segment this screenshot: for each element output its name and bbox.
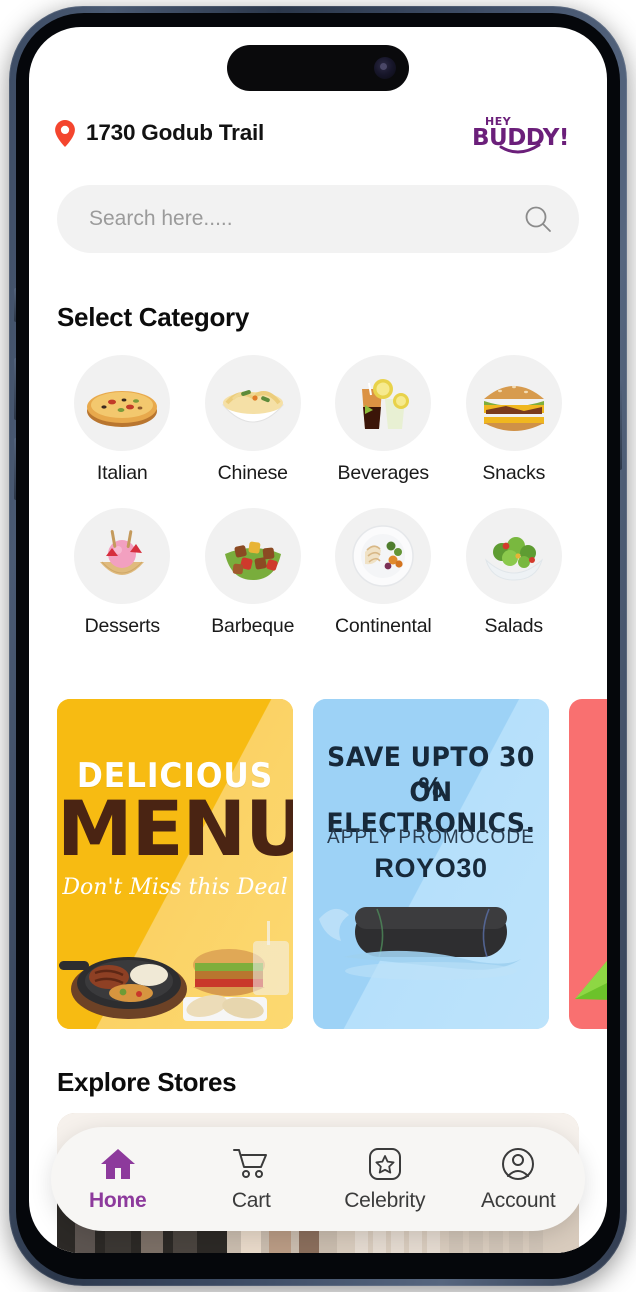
category-label: Beverages	[337, 462, 430, 484]
nav-item-account[interactable]: Account	[458, 1146, 578, 1213]
phone-screen: 1730 Godub Trail HEY BUDDY! Select Categ…	[29, 27, 607, 1253]
nav-icon-wrap	[368, 1146, 402, 1182]
category-item-chinese[interactable]: Chinese	[188, 355, 319, 485]
location-pin-icon[interactable]	[54, 119, 76, 147]
category-thumb	[335, 355, 432, 451]
app-logo: HEY BUDDY!	[471, 112, 579, 154]
plated-meal-icon	[352, 525, 414, 587]
noodle-bowl-icon	[221, 390, 284, 423]
category-label: Barbeque	[211, 615, 295, 637]
select-category-title: Select Category	[57, 302, 250, 332]
pizza-icon	[87, 391, 158, 427]
promo-banner-delicious-menu[interactable]: DELICIOUS MENU Don't Miss this Deal	[57, 699, 293, 1029]
app-header: 1730 Godub Trail HEY BUDDY!	[29, 104, 607, 162]
category-label: Continental	[335, 615, 432, 637]
category-item-italian[interactable]: Italian	[57, 355, 188, 485]
salad-bowl-icon	[484, 537, 543, 581]
nav-icon-wrap	[232, 1146, 270, 1182]
category-item-salads[interactable]: Salads	[449, 508, 580, 638]
category-thumb	[74, 355, 171, 451]
promo-title: MENU	[57, 784, 293, 873]
category-thumb	[465, 508, 562, 604]
front-camera-icon	[374, 57, 396, 79]
explore-stores-title: Explore Stores	[57, 1067, 237, 1097]
promo-green-graphic	[575, 960, 607, 1000]
category-item-beverages[interactable]: Beverages	[318, 355, 449, 485]
promo-carousel[interactable]: DELICIOUS MENU Don't Miss this Deal SAVE…	[57, 699, 607, 1029]
dynamic-island	[227, 45, 409, 91]
nav-label: Account	[481, 1188, 556, 1212]
home-icon	[100, 1148, 135, 1179]
category-thumb	[204, 355, 301, 451]
category-label: Chinese	[217, 462, 288, 484]
category-thumb	[204, 508, 301, 604]
nav-item-cart[interactable]: Cart	[191, 1146, 311, 1213]
drinks-icon	[362, 379, 410, 429]
burger-icon	[483, 385, 544, 431]
category-label: Snacks	[482, 462, 546, 484]
category-item-desserts[interactable]: Desserts	[57, 508, 188, 638]
bottom-navigation-bar: Home Cart Celebrity Account	[51, 1127, 585, 1231]
category-label: Desserts	[84, 615, 161, 637]
promo-banner-electronics[interactable]: SAVE UPTO 30 % ON ELECTRONICS. APPLY PRO…	[313, 699, 549, 1029]
promo-apply-label: APPLY PROMOCODE	[327, 827, 535, 848]
promo-speaker-image	[319, 907, 521, 980]
cart-icon	[233, 1148, 268, 1178]
category-item-barbeque[interactable]: Barbeque	[188, 508, 319, 638]
category-thumb	[335, 508, 432, 604]
barbeque-icon	[224, 541, 281, 580]
category-label: Italian	[96, 462, 148, 484]
category-label: Salads	[484, 615, 544, 637]
nav-label: Celebrity	[344, 1188, 426, 1212]
category-item-continental[interactable]: Continental	[318, 508, 449, 638]
category-grid: Italian Chinese Beverages Snacks Dessert…	[57, 355, 579, 638]
category-thumb	[465, 355, 562, 451]
nav-item-home[interactable]: Home	[58, 1146, 178, 1213]
star-box-icon	[368, 1147, 401, 1180]
nav-icon-wrap	[501, 1146, 535, 1182]
nav-label: Cart	[231, 1188, 271, 1212]
nav-icon-wrap	[99, 1146, 137, 1182]
promo-food-image	[59, 921, 289, 1021]
category-item-snacks[interactable]: Snacks	[449, 355, 580, 485]
search-input[interactable]	[89, 207, 523, 231]
svg-text:BUDDY!: BUDDY!	[472, 125, 569, 151]
search-icon[interactable]	[523, 204, 553, 234]
app-home-screen: 1730 Godub Trail HEY BUDDY! Select Categ…	[29, 27, 607, 1253]
category-thumb	[74, 508, 171, 604]
ice-cream-icon	[100, 530, 145, 575]
delivery-address[interactable]: 1730 Godub Trail	[86, 120, 264, 146]
promo-banner-pink[interactable]	[569, 699, 607, 1029]
nav-item-celebrity[interactable]: Celebrity	[325, 1146, 445, 1213]
search-bar[interactable]	[57, 185, 579, 253]
nav-label: Home	[88, 1188, 147, 1212]
user-circle-icon	[502, 1147, 535, 1180]
